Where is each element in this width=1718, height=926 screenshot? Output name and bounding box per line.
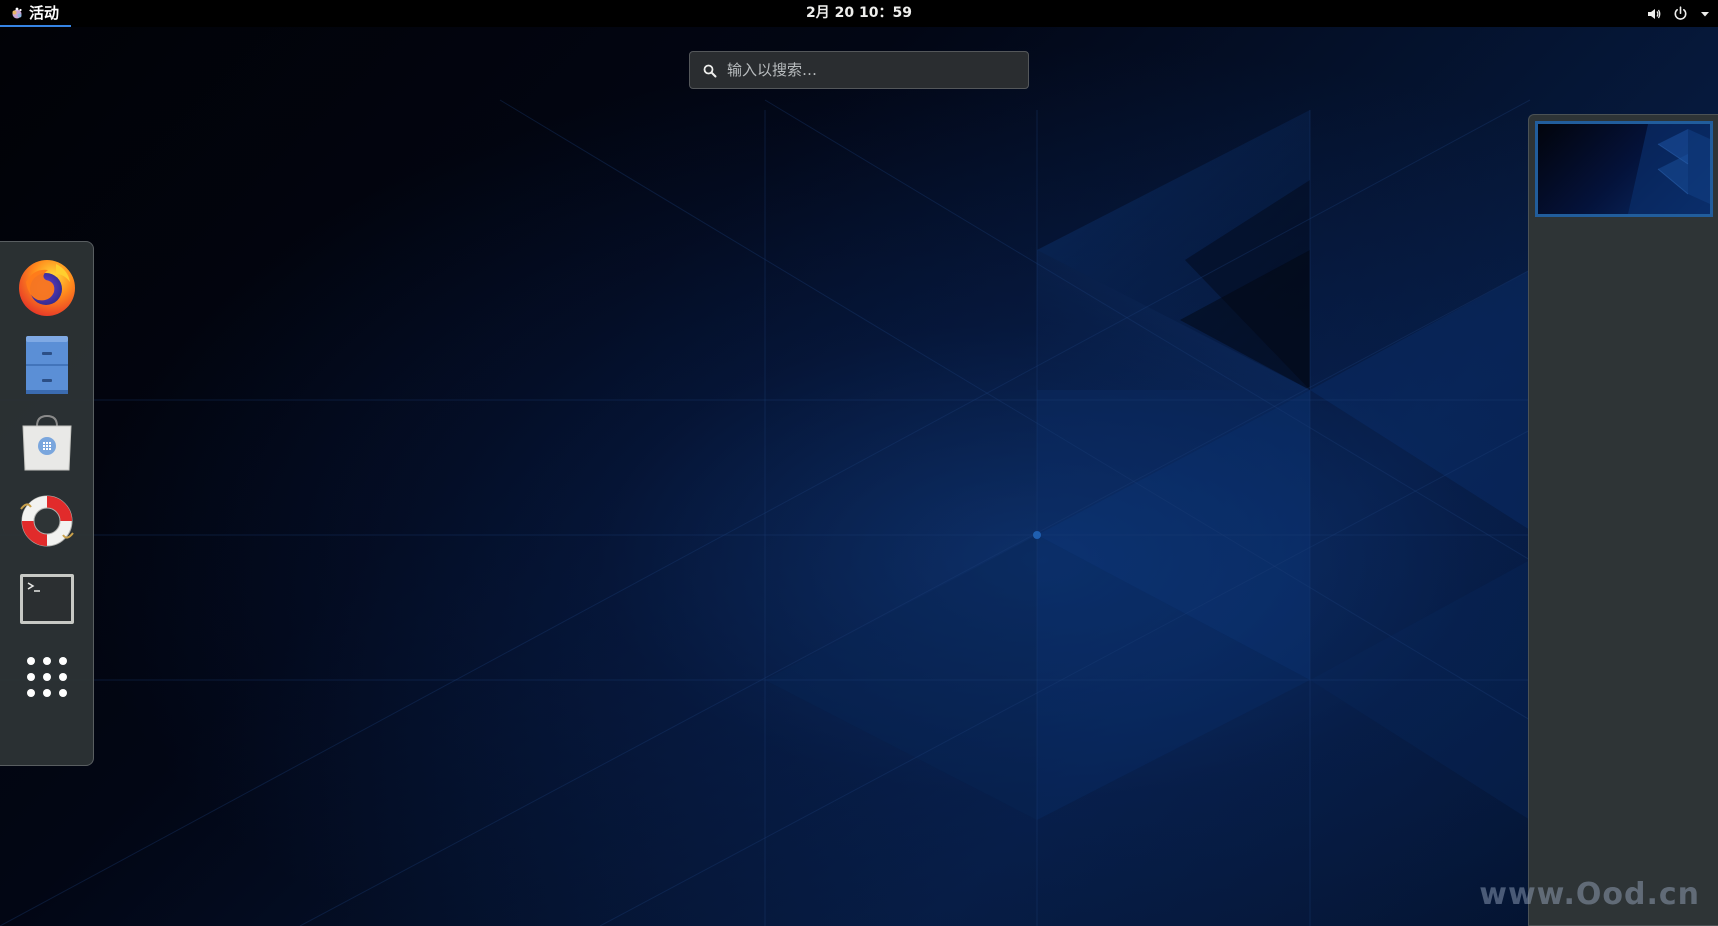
firefox-icon [16,256,78,322]
terminal-icon [19,573,75,629]
menu-arrow-icon [1700,9,1710,19]
workspace-thumbnail[interactable] [1535,121,1713,217]
workspace-switcher [1528,114,1718,926]
file-cabinet-icon [24,334,70,400]
workspace-wallpaper-preview [1628,124,1710,214]
volume-icon [1647,7,1661,21]
search-input[interactable] [727,55,1028,85]
activities-label: 活动 [29,4,60,22]
wallpaper [0,99,1531,926]
app-grid-icon [25,655,69,703]
dash-item-show-applications[interactable] [10,642,84,716]
dash-item-files[interactable] [10,330,84,404]
power-icon [1673,6,1688,21]
system-status-area[interactable] [1647,0,1710,27]
search-icon [703,63,717,78]
desktop: 活动 2月 20 10：59 输入以搜索… www.Ood.cn [0,0,1718,926]
dash [0,241,94,766]
dash-item-software[interactable] [10,408,84,482]
watermark: www.Ood.cn [1479,877,1700,912]
lifebuoy-icon [17,491,77,555]
dash-item-terminal[interactable] [10,564,84,638]
activities-button[interactable]: 活动 [0,0,72,27]
software-bag-icon [19,412,75,478]
clock[interactable]: 2月 20 10：59 [759,0,959,27]
dash-item-firefox[interactable] [10,252,84,326]
search-box[interactable] [689,51,1029,89]
top-bar: 活动 2月 20 10：59 [0,0,1718,27]
gnome-foot-icon [10,6,24,20]
dash-item-help[interactable] [10,486,84,560]
